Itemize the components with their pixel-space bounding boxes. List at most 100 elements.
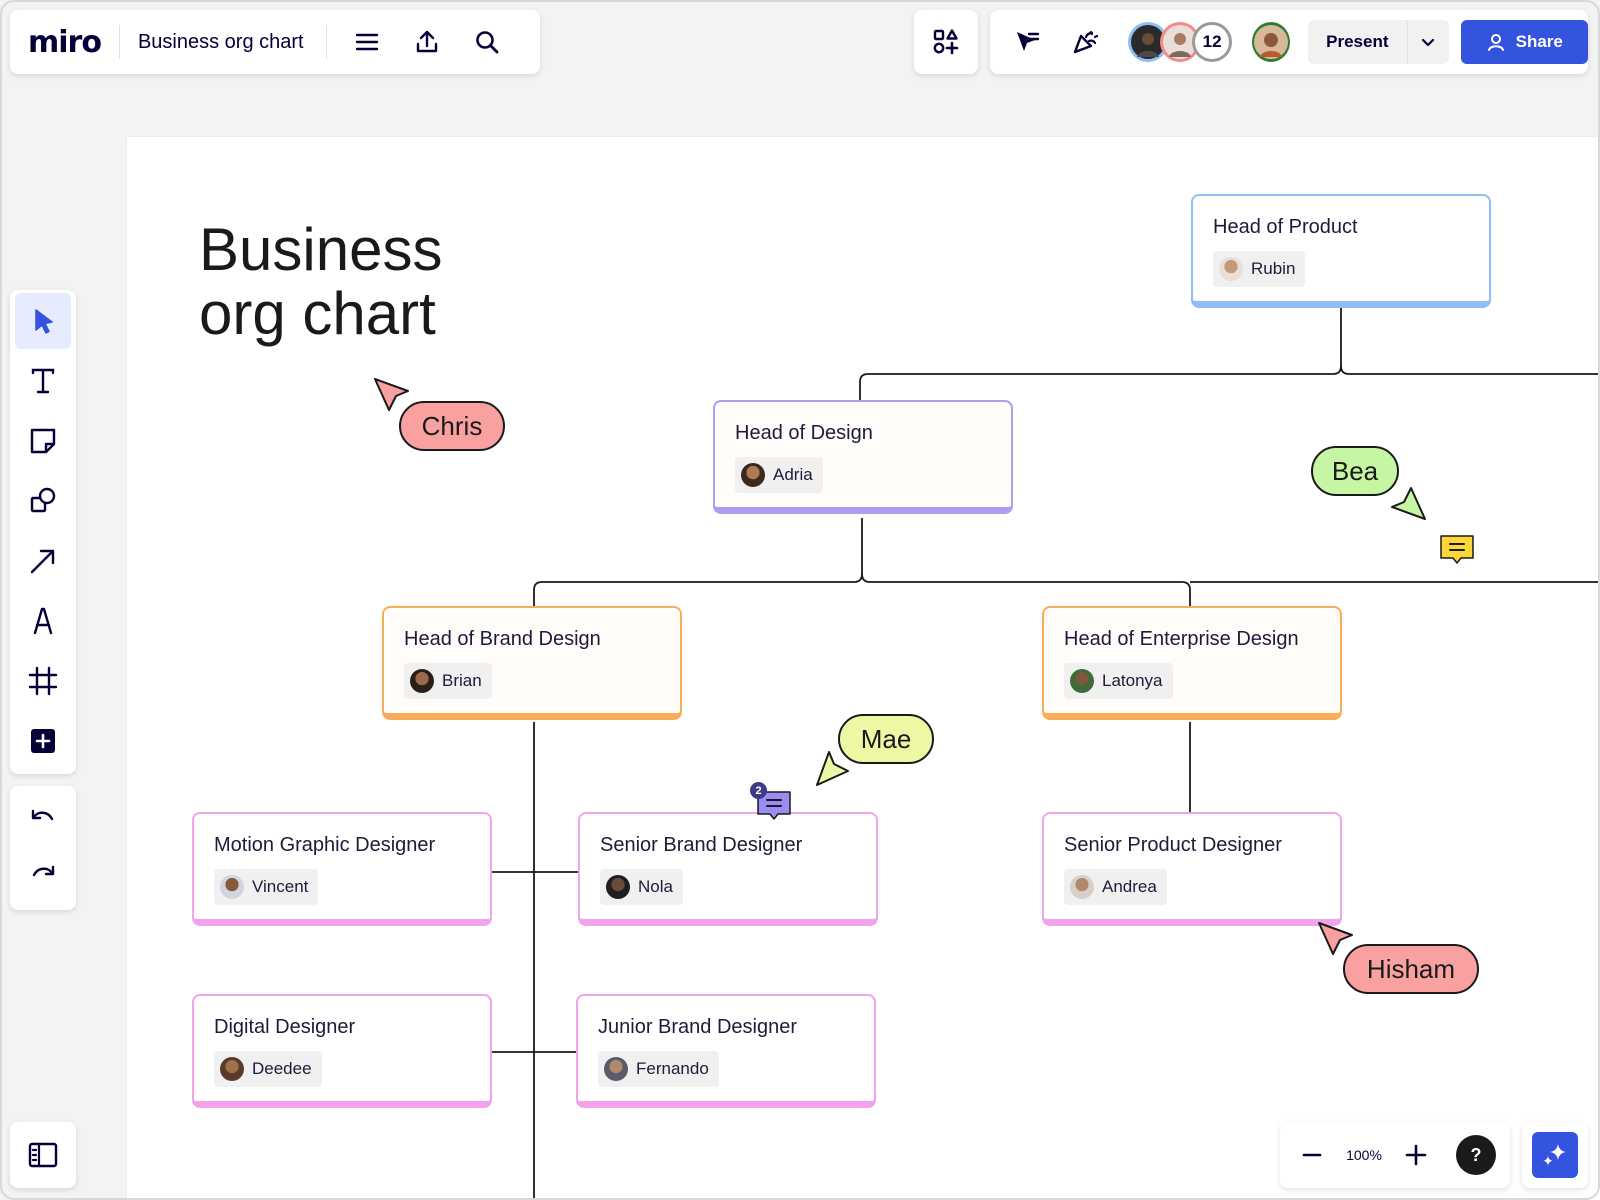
redo-button[interactable] [15,848,71,904]
person-name: Fernando [636,1059,709,1078]
chevron-down-icon[interactable] [1406,20,1449,64]
cursor-arrow-mae [816,751,849,786]
avatar [1070,875,1094,899]
person-name: Latonya [1102,671,1163,690]
present-button[interactable]: Present [1308,20,1406,64]
pen-tool[interactable] [15,593,71,649]
person-chip[interactable]: Vincent [214,869,319,905]
avatar [606,875,630,899]
card-title: Head of Product [1213,216,1358,238]
org-card-head-of-design[interactable]: Head of Design Adria [713,400,1013,514]
text-tool[interactable] [15,353,71,409]
org-card-head-of-product[interactable]: Head of Product Rubin [1191,194,1491,308]
org-card-head-of-enterprise-design[interactable]: Head of Enterprise Design Latonya [1042,606,1342,720]
sticky-note-icon [30,428,56,454]
zoom-out-icon[interactable] [1288,1131,1336,1179]
celebrate-icon[interactable] [1066,22,1104,62]
cursor-label-chris: Chris [399,401,505,451]
card-title: Digital Designer [214,1016,356,1038]
person-name: Brian [442,671,482,690]
share-label: Share [1515,32,1563,51]
select-icon [35,309,53,334]
undo-button[interactable] [15,792,71,848]
frame-tool[interactable] [15,653,71,709]
more-tools[interactable] [15,713,71,769]
person-chip[interactable]: Adria [735,457,823,493]
board-header: miro Business org chart [10,10,540,74]
sticky-note-tool[interactable] [15,413,71,469]
card-title: Junior Brand Designer [598,1016,797,1038]
user-icon [1487,34,1504,51]
person-chip[interactable]: Fernando [598,1051,719,1087]
miro-logo[interactable]: miro [28,25,102,60]
avatar [220,1057,244,1081]
cursor-name: Mae [860,723,912,754]
export-icon[interactable] [407,22,447,62]
cursor-filter-icon[interactable] [1008,22,1046,62]
divider [118,25,120,59]
person-name: Rubin [1251,259,1296,278]
text-icon [31,368,55,394]
divider [325,25,327,59]
ai-sparkle-icon[interactable] [1532,1132,1578,1178]
comment-count-badge: 2 [750,782,767,799]
apps-icon [933,29,959,55]
pen-icon [33,607,53,635]
shapes-icon [30,487,56,513]
person-name: Vincent [252,877,309,896]
person-chip[interactable]: Andrea [1064,869,1167,905]
current-user-avatar[interactable] [1252,22,1291,62]
board-panel-toggle[interactable] [10,1122,76,1188]
help-button[interactable]: ? [1456,1135,1496,1175]
line-tool[interactable] [15,533,71,589]
zoom-level[interactable]: 100% [1336,1147,1392,1163]
ai-assist-panel [1522,1122,1588,1188]
collaborator-count[interactable]: 12 [1192,22,1233,62]
cursor-label-bea: Bea [1311,446,1399,496]
person-chip[interactable]: Brian [404,663,492,699]
cursor-name: Chris [421,410,483,441]
avatar [604,1057,628,1081]
avatar [410,669,434,693]
comment-icon[interactable]: 2 [750,782,794,831]
person-chip[interactable]: Nola [600,869,683,905]
avatar [220,875,244,899]
board-heading[interactable]: Business org chart [199,218,442,346]
cursor-name: Bea [1331,455,1379,486]
menu-icon[interactable] [347,22,387,62]
shapes-tool[interactable] [15,473,71,529]
select-tool[interactable] [15,293,71,349]
org-card-junior-brand-designer[interactable]: Junior Brand Designer Fernando [576,994,876,1108]
person-chip[interactable]: Deedee [214,1051,322,1087]
undo-icon [31,809,54,821]
zoom-controls: 100% ? [1280,1122,1510,1188]
person-chip[interactable]: Latonya [1064,663,1173,699]
search-icon[interactable] [467,22,507,62]
org-card-head-of-brand-design[interactable]: Head of Brand Design Brian [382,606,682,720]
avatar [1219,257,1243,281]
avatar [1070,669,1094,693]
org-card-motion-graphic-designer[interactable]: Motion Graphic Designer Vincent [192,812,492,926]
share-button[interactable]: Share [1460,20,1588,64]
org-card-digital-designer[interactable]: Digital Designer Deedee [192,994,492,1108]
comment-icon[interactable] [1437,530,1477,575]
org-card-senior-brand-designer[interactable]: Senior Brand Designer Nola [578,812,878,926]
org-card-senior-product-designer[interactable]: Senior Product Designer Andrea [1042,812,1342,926]
collaborator-avatars[interactable]: 12 [1128,22,1233,62]
arrow-line-icon [30,549,55,574]
person-chip[interactable]: Rubin [1213,251,1306,287]
creation-toolbar [10,290,76,774]
collaborator-count-label: 12 [1202,32,1222,51]
heading-line-1: Business [199,216,443,283]
present-group: Present [1308,20,1449,64]
collaboration-bar: 12 Present Share [990,10,1588,74]
board-title[interactable]: Business org chart [138,31,304,54]
person-name: Nola [638,877,673,896]
apps-button[interactable] [914,10,978,74]
card-title: Senior Product Designer [1064,834,1282,856]
cursor-label-hisham: Hisham [1343,944,1479,994]
zoom-in-icon[interactable] [1392,1131,1440,1179]
cursor-arrow-bea [1391,487,1426,520]
add-icon [31,729,55,753]
card-title: Head of Enterprise Design [1064,628,1299,650]
